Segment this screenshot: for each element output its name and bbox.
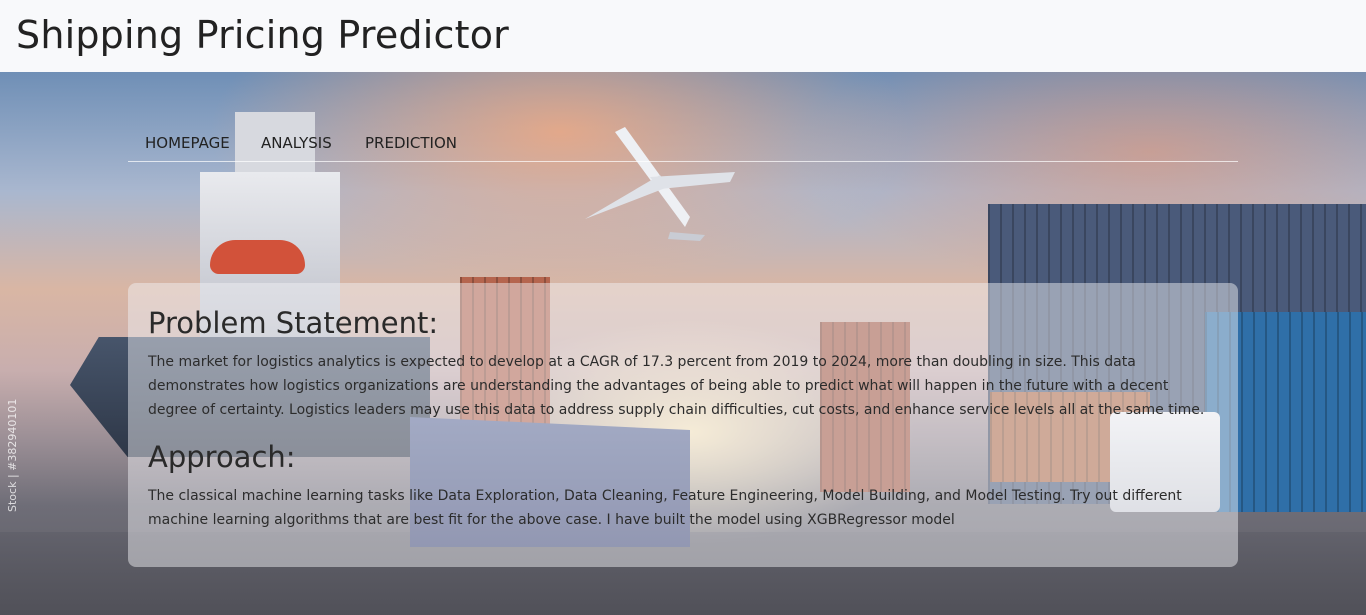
approach-text: The classical machine learning tasks lik… — [148, 488, 1182, 528]
problem-statement-text: The market for logistics analytics is ex… — [148, 354, 1205, 418]
stock-watermark: Stock | #382940101 — [6, 398, 19, 512]
approach-heading: Approach: — [148, 440, 296, 474]
content-card: Problem Statement: The market for logist… — [128, 283, 1238, 567]
nav-prediction[interactable]: PREDICTION — [365, 134, 457, 152]
nav-analysis[interactable]: ANALYSIS — [261, 134, 332, 152]
main-nav: HOMEPAGE ANALYSIS PREDICTION — [128, 130, 1238, 162]
hero-background: Stock | #382940101 HOMEPAGE ANALYSIS PRE… — [0, 72, 1366, 615]
lifeboat — [210, 240, 305, 274]
app-title: Shipping Pricing Predictor — [16, 13, 509, 57]
problem-statement-heading: Problem Statement: — [148, 306, 439, 340]
app-header: Shipping Pricing Predictor — [0, 0, 1366, 72]
nav-homepage[interactable]: HOMEPAGE — [145, 134, 230, 152]
